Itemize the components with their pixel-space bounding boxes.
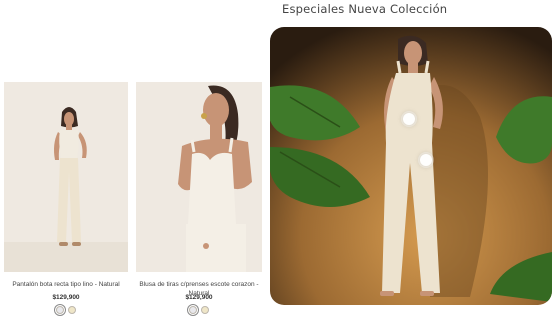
color-swatch-cream[interactable]: [68, 306, 76, 314]
product-hotspot-pants[interactable]: [420, 154, 432, 166]
product-price: $129,900: [52, 294, 80, 301]
color-swatches: [136, 306, 262, 314]
product-card[interactable]: Blusa de tiras c/prenses escote corazon …: [136, 82, 262, 322]
color-swatch-cream[interactable]: [201, 306, 209, 314]
product-photo-blouse: [136, 82, 262, 272]
product-photo-pants: [4, 82, 128, 272]
product-price: $129,900: [185, 294, 213, 301]
product-image[interactable]: [4, 82, 128, 272]
color-swatch-gray[interactable]: [56, 306, 64, 314]
product-hotspot-top[interactable]: [403, 113, 415, 125]
lookbook-photo: [270, 27, 552, 305]
product-name[interactable]: Pantalón bota recta tipo lino - Natural: [4, 280, 128, 289]
color-swatch-gray[interactable]: [189, 306, 197, 314]
product-card[interactable]: Pantalón bota recta tipo lino - Natural …: [4, 82, 128, 322]
color-swatches: [4, 306, 128, 314]
section-title: Especiales Nueva Colección: [282, 2, 448, 16]
product-image[interactable]: [136, 82, 262, 272]
featured-lookbook-image[interactable]: [270, 27, 552, 305]
